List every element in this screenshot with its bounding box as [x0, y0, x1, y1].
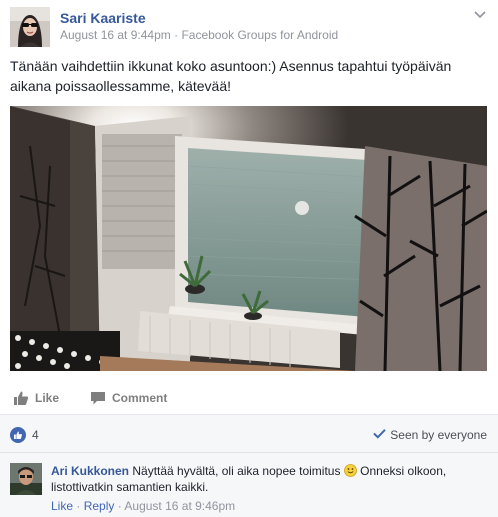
commenter-name[interactable]: Ari Kukkonen	[51, 464, 129, 478]
comment-body: Ari Kukkonen Näyttää hyvältä, oli aika n…	[51, 463, 471, 495]
comment-separator: ·	[117, 499, 122, 513]
post-photo[interactable]	[10, 106, 487, 371]
thumbs-up-icon	[13, 390, 29, 406]
comment-label: Comment	[112, 391, 168, 405]
like-count[interactable]: 4	[32, 428, 39, 442]
post-date[interactable]: August 16 at 9:44pm	[60, 28, 171, 42]
commenter-avatar[interactable]	[10, 463, 42, 495]
author-avatar[interactable]	[10, 7, 50, 47]
comment-text-part1: Näyttää hyvältä, oli aika nopee toimitus	[132, 464, 341, 478]
checkmark-icon	[373, 428, 386, 442]
meta-separator: ·	[174, 28, 179, 42]
comment-footer: Like · Reply · August 16 at 9:46pm	[51, 499, 235, 513]
comment-date[interactable]: August 16 at 9:46pm	[124, 499, 235, 513]
post-text: Tänään vaihdettiin ikkunat koko asuntoon…	[10, 58, 452, 94]
post-header: Sari Kaariste August 16 at 9:44pm · Face…	[10, 7, 488, 47]
chevron-down-icon[interactable]	[472, 7, 488, 21]
post-action-bar: Like Comment	[10, 383, 488, 413]
like-button[interactable]: Like	[13, 390, 59, 406]
author-name[interactable]: Sari Kaariste	[60, 10, 146, 26]
comment-reply-link[interactable]: Reply	[84, 499, 115, 513]
comment-like-link[interactable]: Like	[51, 499, 73, 513]
post-source[interactable]: Facebook Groups for Android	[181, 28, 338, 42]
smiley-emoji-icon	[343, 464, 357, 477]
comment-button[interactable]: Comment	[90, 390, 167, 406]
seen-status[interactable]: Seen by everyone	[373, 428, 487, 442]
comment-separator: ·	[76, 499, 81, 513]
seen-label: Seen by everyone	[390, 428, 487, 442]
post-meta: August 16 at 9:44pm · Facebook Groups fo…	[60, 28, 338, 42]
like-label: Like	[35, 391, 60, 405]
speech-bubble-icon	[90, 390, 106, 406]
thumbs-up-icon[interactable]	[10, 427, 26, 443]
comment-section: Ari Kukkonen Näyttää hyvältä, oli aika n…	[0, 452, 498, 517]
reactions-row: 4 Seen by everyone	[0, 414, 498, 453]
